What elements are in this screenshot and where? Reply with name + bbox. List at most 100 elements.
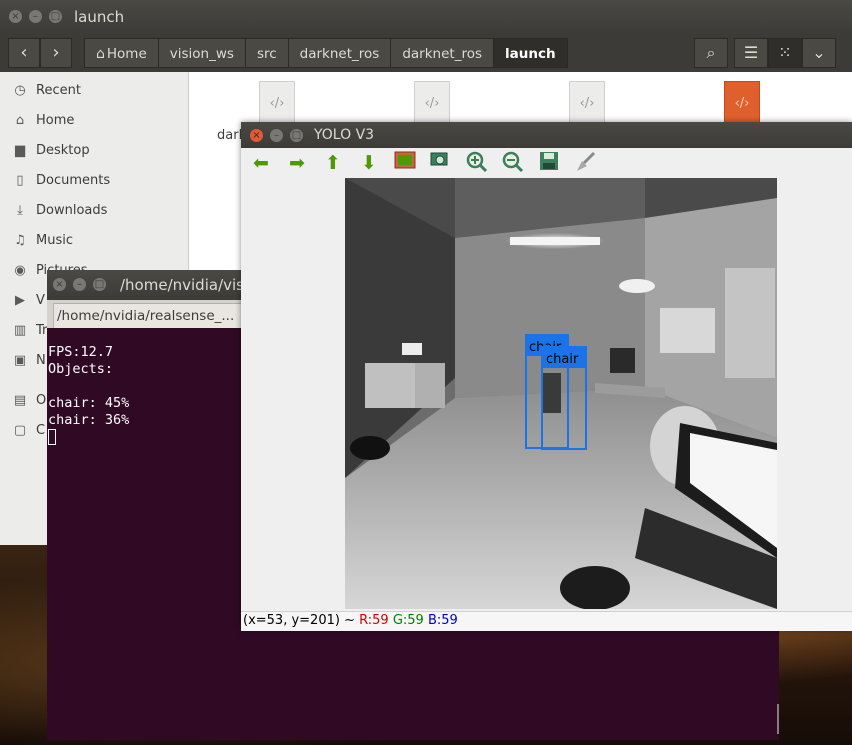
sidebar-item-label: Desktop bbox=[36, 143, 90, 158]
terminal-scrollbar[interactable] bbox=[777, 704, 779, 734]
breadcrumb-label: darknet_ros bbox=[402, 46, 482, 62]
picture-icon[interactable] bbox=[392, 151, 418, 175]
sidebar-item-recent[interactable]: ◷ Recent bbox=[12, 80, 81, 102]
trash-icon: ▥ bbox=[13, 323, 27, 338]
breadcrumb-darknet-ros[interactable]: darknet_ros bbox=[288, 38, 392, 68]
sidebar-item-label: Downloads bbox=[36, 203, 108, 218]
zoom-in-icon[interactable] bbox=[464, 151, 490, 175]
file-manager-toolbar: ‹ › ⌂ Home vision_ws src darknet_ros dark… bbox=[0, 34, 852, 72]
sidebar-item-music[interactable]: ♫ Music bbox=[12, 230, 73, 252]
file-manager-titlebar: × – □ launch bbox=[0, 0, 852, 34]
chevron-left-icon: ‹ bbox=[20, 42, 28, 63]
grid-view-button[interactable]: ⁙ bbox=[768, 38, 802, 68]
sidebar-item-label: C bbox=[36, 423, 46, 438]
sidebar-item-drive[interactable]: ▤ O bbox=[12, 390, 46, 412]
camera-image[interactable]: chair chair bbox=[345, 178, 777, 609]
launch-file-icon-selected[interactable]: ‹/› bbox=[724, 81, 760, 125]
list-icon: ☰ bbox=[743, 43, 759, 62]
sidebar-item-label: N bbox=[36, 353, 46, 368]
zoom-out-icon[interactable] bbox=[500, 151, 526, 175]
sidebar-item-label: Home bbox=[36, 113, 75, 128]
launch-file-icon[interactable]: ‹/› bbox=[569, 81, 605, 125]
breadcrumb-label: src bbox=[256, 46, 277, 62]
back-button[interactable]: ‹ bbox=[8, 38, 40, 68]
breadcrumb-vision-ws[interactable]: vision_ws bbox=[158, 38, 246, 68]
search-button[interactable]: ⌕ bbox=[694, 38, 728, 68]
arrow-right-icon[interactable]: ➡ bbox=[284, 151, 310, 175]
sidebar-item-label: Recent bbox=[36, 83, 81, 98]
launch-file-icon[interactable]: ‹/› bbox=[259, 81, 295, 125]
breadcrumb-darknet-ros-2[interactable]: darknet_ros bbox=[391, 38, 494, 68]
breadcrumb: ⌂ Home vision_ws src darknet_ros darknet_… bbox=[84, 38, 568, 68]
sidebar-item-usb[interactable]: ▢ C bbox=[12, 420, 45, 442]
clock-icon: ◷ bbox=[14, 83, 26, 98]
terminal-line: chair: 45% bbox=[48, 395, 130, 411]
arrow-left-icon[interactable]: ⬅ bbox=[248, 151, 274, 175]
view-options-button[interactable]: ⌄ bbox=[802, 38, 836, 68]
camera-frame: chair chair bbox=[345, 178, 777, 609]
document-icon: ▯ bbox=[16, 173, 24, 188]
sidebar-item-downloads[interactable]: ⤓ Downloads bbox=[12, 200, 107, 222]
brush-icon[interactable] bbox=[572, 151, 598, 175]
sidebar-item-home[interactable]: ⌂ Home bbox=[12, 110, 75, 132]
minimize-icon[interactable]: – bbox=[270, 129, 283, 142]
maximize-icon[interactable]: □ bbox=[49, 10, 62, 23]
detection-label: chair bbox=[546, 352, 579, 367]
red-value: R:59 bbox=[359, 613, 389, 628]
breadcrumb-label: darknet_ros bbox=[299, 46, 380, 62]
arrow-down-icon[interactable]: ⬇ bbox=[356, 151, 382, 175]
image-toolbar: ⬅ ➡ ⬆ ⬇ bbox=[241, 148, 852, 178]
download-icon: ⤓ bbox=[17, 203, 23, 218]
breadcrumb-src[interactable]: src bbox=[245, 38, 289, 68]
close-icon[interactable]: × bbox=[53, 278, 66, 291]
music-icon: ♫ bbox=[14, 233, 26, 248]
breadcrumb-label: launch bbox=[505, 46, 556, 62]
sidebar-item-label: O bbox=[36, 393, 47, 408]
arrow-up-icon[interactable]: ⬆ bbox=[320, 151, 346, 175]
pixel-status-bar: (x=53, y=201) ~ R:59 G:59 B:59 bbox=[241, 611, 852, 631]
green-value: G:59 bbox=[392, 613, 424, 628]
maximize-icon[interactable]: □ bbox=[93, 278, 106, 291]
terminal-cursor bbox=[48, 429, 56, 445]
sidebar-item-documents[interactable]: ▯ Documents bbox=[12, 170, 110, 192]
network-icon: ▣ bbox=[13, 353, 27, 368]
sidebar-item-label: Documents bbox=[36, 173, 111, 188]
terminal-title: /home/nvidia/vis bbox=[120, 276, 244, 294]
sidebar-item-label: Music bbox=[36, 233, 73, 248]
breadcrumb-launch[interactable]: launch bbox=[494, 38, 568, 68]
usb-icon: ▢ bbox=[13, 423, 27, 438]
terminal-line: Objects: bbox=[48, 361, 114, 377]
yolo-title: YOLO V3 bbox=[314, 127, 375, 143]
terminal-tab[interactable]: /home/nvidia/realsense_... bbox=[53, 303, 243, 328]
drive-icon: ▤ bbox=[13, 393, 27, 408]
breadcrumb-home[interactable]: ⌂ Home bbox=[84, 38, 159, 68]
grid-icon: ⁙ bbox=[778, 43, 792, 62]
sidebar-item-desktop[interactable]: ▆ Desktop bbox=[12, 140, 90, 162]
maximize-icon[interactable]: □ bbox=[290, 129, 303, 142]
camera-icon: ◉ bbox=[14, 263, 26, 278]
sidebar-item-videos[interactable]: ▶ V bbox=[12, 290, 45, 312]
list-view-button[interactable]: ☰ bbox=[734, 38, 768, 68]
blue-value: B:59 bbox=[427, 613, 458, 628]
chevron-down-icon: ⌄ bbox=[812, 43, 826, 62]
minimize-icon[interactable]: – bbox=[29, 10, 42, 23]
minimize-icon[interactable]: – bbox=[73, 278, 86, 291]
yolo-window: × – □ YOLO V3 ⬅ ➡ ⬆ ⬇ chair (x=53, y=201… bbox=[241, 122, 852, 631]
close-icon[interactable]: × bbox=[250, 129, 263, 142]
breadcrumb-label: vision_ws bbox=[169, 46, 234, 62]
close-icon[interactable]: × bbox=[9, 10, 22, 23]
forward-button[interactable]: › bbox=[40, 38, 72, 68]
yolo-titlebar: × – □ YOLO V3 bbox=[241, 122, 852, 148]
video-icon: ▶ bbox=[15, 293, 25, 308]
sidebar-item-trash[interactable]: ▥ Tr bbox=[12, 320, 48, 342]
folder-icon: ▆ bbox=[15, 143, 25, 158]
breadcrumb-label: Home bbox=[106, 46, 147, 62]
zoom-fit-icon[interactable] bbox=[428, 151, 454, 175]
sidebar-item-label: Tr bbox=[36, 323, 48, 338]
sidebar-item-network[interactable]: ▣ N bbox=[12, 350, 46, 372]
cursor-coords: (x=53, y=201) ~ bbox=[243, 613, 355, 628]
window-title: launch bbox=[74, 8, 125, 26]
launch-file-icon[interactable]: ‹/› bbox=[414, 81, 450, 125]
chevron-right-icon: › bbox=[52, 42, 60, 63]
save-icon[interactable] bbox=[536, 151, 562, 175]
